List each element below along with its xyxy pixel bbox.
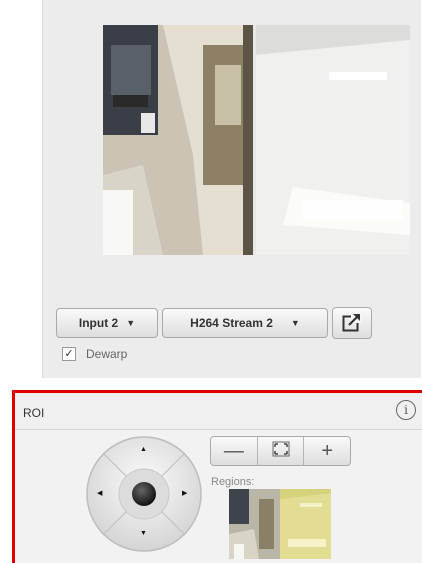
video-image: [103, 25, 410, 255]
roi-panel: ROI i ▲ ▼ ◀ ▶ — + Regions:: [12, 390, 422, 563]
stream-select[interactable]: H264 Stream 2 ▼: [162, 308, 328, 338]
zoom-in-button[interactable]: +: [303, 437, 350, 465]
region-thumbnail[interactable]: [280, 489, 331, 559]
pan-down-icon[interactable]: ▼: [140, 530, 147, 537]
dewarp-option[interactable]: ✓ Dewarp: [62, 347, 127, 361]
chevron-down-icon: ▼: [290, 318, 300, 328]
popout-icon: [342, 311, 362, 335]
regions-label: Regions:: [211, 476, 255, 488]
dewarp-label: Dewarp: [86, 347, 128, 361]
stream-select-label: H264 Stream 2: [190, 316, 273, 330]
fit-icon: [272, 440, 290, 463]
chevron-down-icon: ▼: [126, 318, 136, 328]
region-thumbnail[interactable]: [229, 489, 280, 559]
input-select[interactable]: Input 2 ▼: [56, 308, 158, 338]
dewarped-video-feed[interactable]: [103, 25, 410, 255]
region-thumbnails: [229, 489, 331, 559]
popout-button[interactable]: [332, 307, 372, 339]
roi-header: ROI i: [15, 393, 422, 430]
pan-right-icon[interactable]: ▶: [182, 489, 187, 497]
dewarp-checkbox[interactable]: ✓: [62, 347, 76, 361]
pan-left-icon[interactable]: ◀: [97, 489, 102, 497]
pan-up-icon[interactable]: ▲: [140, 446, 147, 453]
info-icon[interactable]: i: [396, 400, 416, 420]
zoom-controls: — +: [210, 436, 351, 466]
roi-title: ROI: [23, 406, 45, 420]
fit-view-button[interactable]: [256, 437, 304, 465]
zoom-out-button[interactable]: —: [211, 437, 257, 465]
input-select-label: Input 2: [78, 316, 119, 330]
